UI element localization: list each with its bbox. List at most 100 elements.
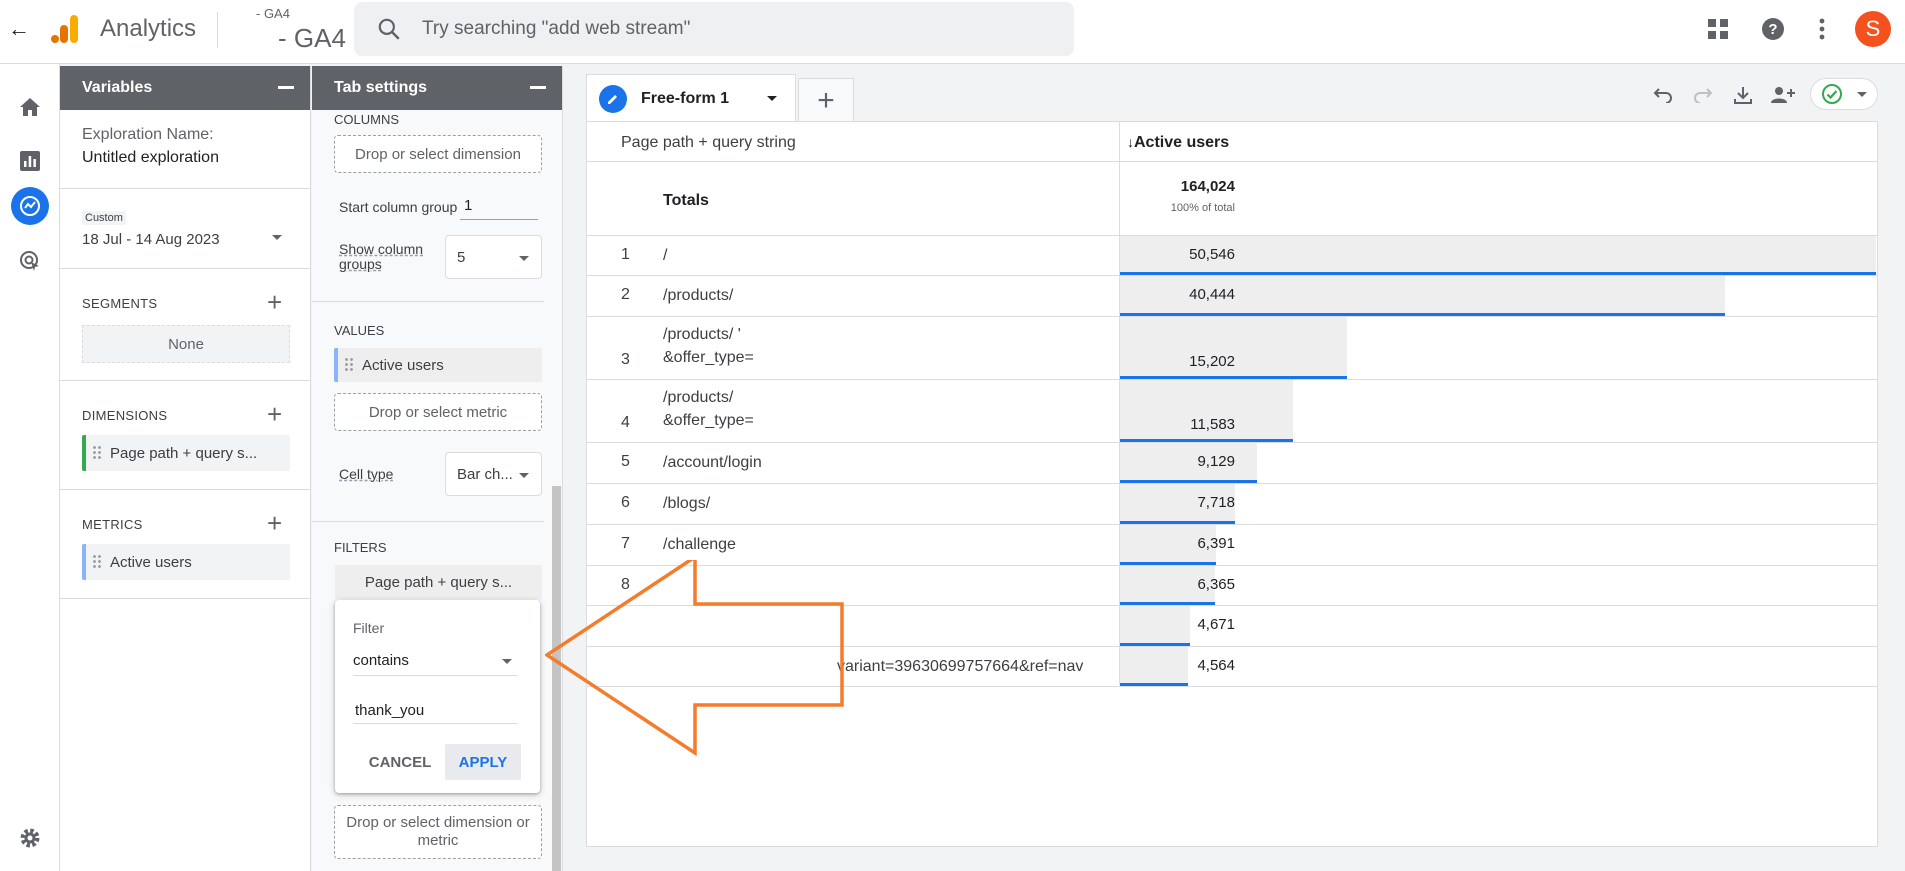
date-range-dropdown-icon[interactable] xyxy=(272,235,282,240)
dimension-chip[interactable]: Page path + query s... xyxy=(82,435,290,471)
metric-column-header[interactable]: ↓Active users xyxy=(1127,134,1229,152)
row-page-path: /products/ ' &offer_type= xyxy=(663,323,754,369)
values-drop-zone[interactable]: Drop or select metric xyxy=(334,393,542,431)
show-column-groups-select[interactable]: 5 xyxy=(445,235,542,279)
table-row[interactable]: 2/products/40,444 xyxy=(587,276,1877,317)
more-vert-icon[interactable] xyxy=(1807,14,1837,44)
share-user-icon[interactable] xyxy=(1768,80,1798,110)
collapse-tab-settings-icon[interactable] xyxy=(530,86,546,89)
row-page-path: / xyxy=(663,244,667,267)
table-row[interactable]: 4/products/ &offer_type= 11,583 xyxy=(587,380,1877,443)
row-page-path-line1: /blogs/ xyxy=(663,495,711,512)
add-segment-icon[interactable]: + xyxy=(267,289,282,315)
column-separator xyxy=(1119,122,1120,685)
filter-value-input[interactable]: thank_you xyxy=(353,694,518,724)
variables-header: Variables xyxy=(60,66,310,110)
filters-drop-zone[interactable]: Drop or select dimension or metric xyxy=(334,805,542,859)
row-page-path-line1: /account/login xyxy=(663,454,762,471)
start-column-group-label: Start column group xyxy=(339,199,458,215)
tab-dropdown-icon[interactable] xyxy=(767,96,777,101)
row-value: 7,718 xyxy=(1197,494,1235,511)
metric-chip[interactable]: Active users xyxy=(82,544,290,580)
admin-gear-icon[interactable] xyxy=(11,819,49,857)
add-metric-icon[interactable]: + xyxy=(267,510,282,536)
sort-desc-icon: ↓ xyxy=(1127,134,1134,150)
tab-free-form-1[interactable]: Free-form 1 xyxy=(586,74,796,122)
filter-match-type-select[interactable]: contains xyxy=(353,646,518,676)
cell-type-value: Bar ch... xyxy=(457,465,513,483)
value-bar-line xyxy=(1120,272,1876,275)
row-value: 6,391 xyxy=(1197,535,1235,552)
row-index: 3 xyxy=(621,351,630,368)
exploration-name-field[interactable]: Untitled exploration xyxy=(82,149,219,167)
row-page-path: /account/login xyxy=(663,451,762,474)
drag-handle-icon[interactable] xyxy=(92,445,102,461)
chevron-down-icon xyxy=(1857,92,1867,97)
totals-label: Totals xyxy=(663,192,709,209)
drag-handle-icon[interactable] xyxy=(92,554,102,570)
filter-chip[interactable]: Page path + query s... xyxy=(335,565,542,599)
value-bar-line xyxy=(1120,683,1188,686)
app-name: Analytics xyxy=(100,15,197,42)
start-column-group-input[interactable]: 1 xyxy=(460,194,538,220)
home-icon[interactable] xyxy=(11,88,49,126)
variables-title: Variables xyxy=(82,79,153,96)
row-index: 6 xyxy=(621,494,630,511)
value-bar-line xyxy=(1120,643,1190,646)
row-page-path-line1: /challenge xyxy=(663,536,736,553)
date-range-value[interactable]: 18 Jul - 14 Aug 2023 xyxy=(82,231,220,248)
cell-type-select[interactable]: Bar ch... xyxy=(445,452,542,496)
property-name[interactable]: - GA4 xyxy=(278,23,346,54)
search-bar[interactable] xyxy=(354,2,1074,56)
search-input[interactable] xyxy=(422,18,1022,40)
annotation-arrow xyxy=(545,560,844,757)
explore-icon[interactable] xyxy=(11,187,49,225)
metrics-section: METRICS + Active users xyxy=(60,490,310,599)
table-row[interactable]: 5/account/login 9,129 xyxy=(587,443,1877,484)
show-column-groups-value: 5 xyxy=(457,248,466,266)
row-value: 9,129 xyxy=(1197,453,1235,470)
drag-handle-icon[interactable] xyxy=(344,357,354,373)
cell-type-label: Cell type xyxy=(339,466,394,482)
date-tag: Custom xyxy=(82,211,126,225)
cancel-button[interactable]: CANCEL xyxy=(369,744,432,780)
apply-button[interactable]: APPLY xyxy=(445,744,521,780)
reports-icon[interactable] xyxy=(11,142,49,180)
show-column-groups-label: Show column groups xyxy=(339,241,424,272)
row-index: 2 xyxy=(621,286,630,303)
row-page-path-line2: &offer_type= xyxy=(663,412,754,429)
redo-icon[interactable] xyxy=(1688,80,1718,110)
metric-column-label: Active users xyxy=(1134,134,1230,151)
check-circle-icon xyxy=(1822,84,1842,104)
account-avatar[interactable]: S xyxy=(1855,11,1891,47)
table-row[interactable]: 3/products/ ' &offer_type= 15,202 xyxy=(587,317,1877,380)
add-tab-button[interactable]: + xyxy=(798,78,854,122)
table-row[interactable]: 6/blogs/7,718 xyxy=(587,484,1877,525)
advertising-icon[interactable] xyxy=(11,242,49,280)
header-divider xyxy=(217,12,218,48)
help-icon[interactable]: ? xyxy=(1758,14,1788,44)
segments-none[interactable]: None xyxy=(82,325,290,363)
columns-drop-zone[interactable]: Drop or select dimension xyxy=(334,135,542,173)
table-row[interactable]: 1 / 50,546 xyxy=(587,236,1877,276)
account-label[interactable]: - GA4 xyxy=(256,6,290,21)
apps-grid-icon[interactable] xyxy=(1703,14,1733,44)
download-icon[interactable] xyxy=(1728,80,1758,110)
chevron-down-icon xyxy=(519,473,529,478)
back-arrow-icon[interactable]: ← xyxy=(4,14,34,44)
row-value: 15,202 xyxy=(1189,353,1235,370)
dimension-column-header[interactable]: Page path + query string xyxy=(621,134,796,152)
undo-icon[interactable] xyxy=(1648,80,1678,110)
pencil-icon[interactable] xyxy=(599,84,627,113)
row-page-path-line1: /products/ xyxy=(663,389,734,406)
row-index: 7 xyxy=(621,535,630,552)
chevron-down-icon xyxy=(502,659,512,664)
date-range-section: Custom 18 Jul - 14 Aug 2023 xyxy=(60,189,310,269)
filter-match-type-value: contains xyxy=(353,652,409,669)
save-status-button[interactable] xyxy=(1810,78,1878,110)
row-value: 11,583 xyxy=(1190,416,1235,433)
collapse-variables-icon[interactable] xyxy=(278,86,294,89)
add-dimension-icon[interactable]: + xyxy=(267,401,282,427)
values-chip[interactable]: Active users xyxy=(334,348,542,382)
table-header-row: Page path + query string ↓Active users xyxy=(587,122,1877,162)
